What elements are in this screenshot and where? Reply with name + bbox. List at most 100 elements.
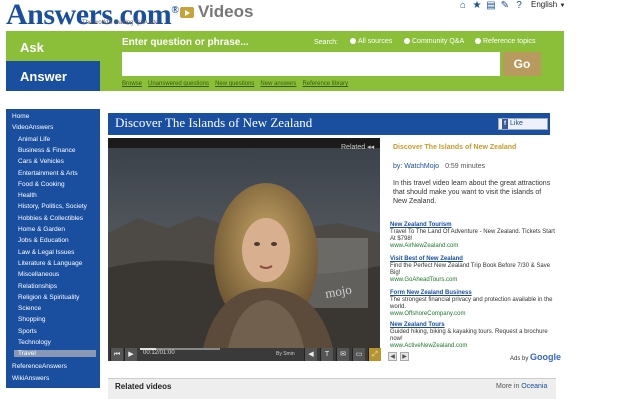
sidebar-item[interactable]: Sports: [18, 328, 37, 335]
radio-icon: [404, 38, 410, 44]
sidebar-item[interactable]: Miscellaneous: [18, 271, 59, 278]
quick-link-browse[interactable]: Browse: [122, 81, 142, 87]
print-icon[interactable]: ▤: [486, 1, 496, 11]
ad-url[interactable]: www.GoAheadTours.com: [390, 277, 560, 284]
scope-radio-reference[interactable]: Reference topics: [475, 38, 536, 45]
related-toggle[interactable]: Related ◂◂: [341, 143, 374, 151]
ad-url[interactable]: www.ActiveNewZealand.com: [390, 343, 560, 350]
answer-tab-label: Answer: [20, 69, 67, 84]
sidebar-item[interactable]: Hobbies & Collectibles: [18, 215, 83, 222]
sidebar-item[interactable]: VideoAnswers: [12, 124, 53, 131]
quick-link-new-answers[interactable]: New answers: [260, 81, 296, 87]
ad-heading[interactable]: Form New Zealand Business: [390, 290, 560, 297]
video-player[interactable]: mojo: [108, 138, 380, 348]
like-button[interactable]: f Like: [498, 118, 548, 130]
fullscreen-icon[interactable]: ⤢: [368, 348, 381, 361]
sidebar-item[interactable]: Entertainment & Arts: [18, 170, 78, 177]
star-icon[interactable]: ★: [472, 1, 482, 11]
sidebar-item[interactable]: Religion & Spirituality: [18, 294, 79, 301]
sidebar-item[interactable]: Travel: [14, 350, 96, 358]
by-prefix: by:: [393, 163, 403, 170]
ad-item[interactable]: New Zealand Tours Guided hiking, biking …: [390, 322, 560, 350]
go-button[interactable]: Go: [503, 52, 541, 76]
page-title: Discover The Islands of New Zealand: [115, 115, 313, 130]
video-description: In this travel video learn about the gre…: [393, 180, 551, 205]
logo-mark: ®: [171, 5, 179, 16]
quick-link-unanswered[interactable]: Unanswered questions: [148, 81, 209, 87]
sidebar-item[interactable]: History, Politics, Society: [18, 203, 87, 210]
scope-radio-community[interactable]: Community Q&A: [404, 38, 464, 45]
quick-link-new-questions[interactable]: New questions: [215, 81, 254, 87]
logo-text: Answers.com: [6, 0, 172, 31]
sidebar-item[interactable]: Home & Garden: [18, 226, 65, 233]
video-info-title: Discover The Islands of New Zealand: [393, 144, 517, 151]
sidebar-item[interactable]: Home: [12, 113, 29, 120]
ads-by-google[interactable]: Ads by Google: [510, 352, 561, 362]
sidebar-item[interactable]: WikiAnswers: [12, 375, 49, 382]
ads-by-prefix: Ads by: [510, 356, 529, 362]
video-camera-icon: [180, 7, 194, 18]
duration: 0:59 minutes: [445, 163, 486, 170]
sidebar-item[interactable]: Law & Legal Issues: [18, 249, 74, 256]
quick-link-reference-library[interactable]: Reference library: [302, 81, 348, 87]
ad-heading[interactable]: New Zealand Tourism: [390, 222, 560, 229]
sidebar-item[interactable]: Shopping: [18, 316, 45, 323]
embed-icon[interactable]: ▭: [352, 348, 365, 361]
sidebar-item[interactable]: Jobs & Education: [18, 237, 69, 244]
ad-text: Travel To The Land Of Adventure - New Ze…: [390, 229, 555, 242]
scope-label: Reference topics: [483, 38, 536, 45]
facebook-icon: f: [502, 119, 508, 129]
more-in-prefix: More in: [496, 383, 520, 390]
ads-next-button[interactable]: ▶: [400, 352, 409, 361]
rewind-icon: ◂◂: [367, 144, 375, 151]
sidebar-item[interactable]: Technology: [18, 339, 51, 346]
ask-tab-label: Ask: [20, 40, 44, 55]
skip-back-icon[interactable]: ⏮: [110, 348, 123, 361]
sidebar-item[interactable]: Science: [18, 305, 41, 312]
like-label: Like: [510, 120, 523, 127]
sidebar-item[interactable]: Relationships: [18, 283, 57, 290]
sidebar-item[interactable]: ReferenceAnswers: [12, 363, 67, 370]
ad-item[interactable]: New Zealand Tourism Travel To The Land O…: [390, 222, 560, 250]
category-sidebar: Home VideoAnswers Animal Life Business & Fi…: [6, 109, 100, 388]
search-input[interactable]: [122, 52, 500, 76]
more-in-link[interactable]: More in Oceania: [496, 383, 547, 390]
language-selector[interactable]: English ▼: [531, 0, 565, 9]
volume-icon[interactable]: ◀: [304, 348, 317, 361]
ad-url[interactable]: www.OffshoreCompany.com: [390, 311, 560, 318]
help-icon[interactable]: ?: [514, 1, 524, 11]
ads-prev-button[interactable]: ◀: [388, 352, 397, 361]
related-videos-bar: [108, 378, 556, 399]
ad-heading[interactable]: New Zealand Tours: [390, 322, 560, 329]
video-byline: by: WatchMojo 0:59 minutes: [393, 163, 485, 170]
answers-logo[interactable]: Answers.com®: [6, 0, 179, 32]
search-prompt: Enter question or phrase...: [122, 37, 249, 48]
sidebar-item[interactable]: Cars & Vehicles: [18, 158, 64, 165]
sidebar-item[interactable]: Business & Finance: [18, 147, 75, 154]
sidebar-item[interactable]: Food & Cooking: [18, 181, 65, 188]
sidebar-item[interactable]: Health: [18, 192, 37, 199]
captions-icon[interactable]: T: [320, 348, 333, 361]
author-link[interactable]: WatchMojo: [404, 163, 439, 170]
chevron-down-icon: ▼: [559, 3, 566, 9]
home-icon[interactable]: ⌂: [458, 1, 468, 11]
ad-item[interactable]: Form New Zealand Business The strongest …: [390, 290, 560, 318]
related-label: Related: [341, 144, 366, 151]
sidebar-item[interactable]: Animal Life: [18, 136, 50, 143]
ad-url[interactable]: www.AirNewZealand.com: [390, 243, 560, 250]
ad-item[interactable]: Visit Best of New Zealand Find the Perfe…: [390, 256, 560, 284]
play-icon[interactable]: ▶: [124, 348, 137, 361]
more-in-category[interactable]: Oceania: [521, 383, 547, 390]
scope-radio-all[interactable]: All sources: [350, 38, 392, 45]
ad-heading[interactable]: Visit Best of New Zealand: [390, 256, 560, 263]
ad-text: Find the Perfect New Zealand Trip Book B…: [390, 263, 551, 276]
email-icon[interactable]: ✉: [336, 348, 349, 361]
sidebar-item[interactable]: Literature & Language: [18, 260, 82, 267]
tools-icon[interactable]: ✎: [500, 1, 510, 11]
google-logo: Google: [530, 352, 562, 362]
scope-label: All sources: [358, 38, 393, 45]
radio-icon: [350, 38, 356, 44]
video-frame: mojo: [108, 138, 380, 348]
scope-label: Community Q&A: [412, 38, 465, 45]
search-scope-label: Search:: [314, 39, 339, 46]
